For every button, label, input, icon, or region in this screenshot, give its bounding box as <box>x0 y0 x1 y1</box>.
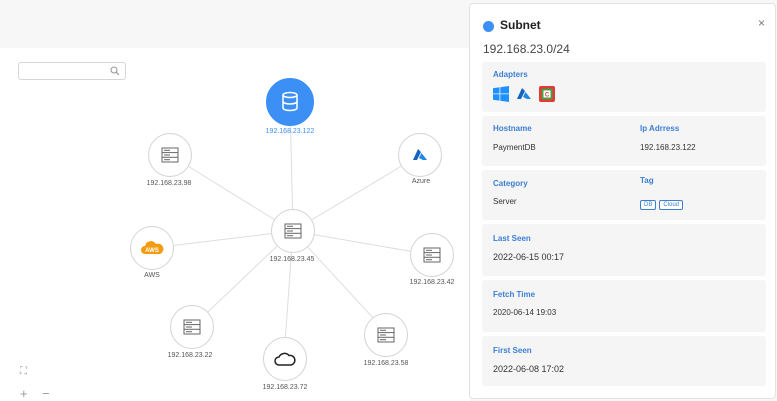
zoom-out-button[interactable]: − <box>42 387 50 400</box>
graph-node-42[interactable] <box>410 233 454 277</box>
tag-badge[interactable]: DB <box>640 200 657 210</box>
first-seen-value: 2022-06-08 17:02 <box>493 364 565 374</box>
c-adapter-icon: C <box>539 86 555 102</box>
category-card: Category Server Tag DB Cloud <box>482 170 766 220</box>
graph-node-22[interactable] <box>170 305 214 349</box>
graph-node-azure[interactable] <box>398 133 442 177</box>
first-seen-card: First Seen 2022-06-08 17:02 <box>482 336 766 386</box>
ip-value: 192.168.23.122 <box>640 143 696 152</box>
database-icon <box>282 91 298 112</box>
hostname-value: PaymentDB <box>493 143 536 152</box>
fetch-time-label: Fetch Time <box>493 290 536 299</box>
node-label: AWS <box>144 272 160 279</box>
node-label: Azure <box>411 178 431 185</box>
node-label: 192.168.23.45 <box>269 256 315 263</box>
category-value: Server <box>493 197 517 206</box>
category-label: Category <box>493 179 528 188</box>
node-label: 192.168.23.122 <box>265 128 315 135</box>
node-label: 192.168.23.22 <box>167 352 213 359</box>
fetch-time-card: Fetch Time 2020-06-14 19:03 <box>482 280 766 332</box>
node-label: 192.168.23.58 <box>363 360 409 367</box>
graph-node-center[interactable] <box>271 209 315 253</box>
azure-icon <box>413 149 427 160</box>
hostname-label: Hostname <box>493 124 532 133</box>
panel-title: Subnet <box>500 18 541 32</box>
graph-node-main[interactable] <box>266 78 314 126</box>
azure-icon <box>517 88 531 99</box>
svg-text:AWS: AWS <box>145 248 159 254</box>
node-label: 192.168.23.98 <box>146 180 192 187</box>
server-icon <box>183 319 201 335</box>
windows-icon <box>493 86 509 102</box>
fetch-time-value: 2020-06-14 19:03 <box>493 308 557 317</box>
last-seen-card: Last Seen 2022-06-15 00:17 <box>482 224 766 276</box>
status-dot-icon <box>483 21 494 32</box>
host-card: Hostname PaymentDB Ip Adrress 192.168.23… <box>482 116 766 166</box>
adapters-card: Adapters C <box>482 62 766 112</box>
graph-node-58[interactable] <box>364 313 408 357</box>
app-root: { "search": { "placeholder": "" }, "grap… <box>0 0 777 401</box>
server-icon <box>377 327 395 343</box>
last-seen-label: Last Seen <box>493 234 531 243</box>
tag-label: Tag <box>640 176 654 185</box>
tag-list: DB Cloud <box>640 193 686 211</box>
node-label: 192.168.23.72 <box>262 384 308 391</box>
zoom-in-button[interactable]: + <box>20 387 28 400</box>
last-seen-value: 2022-06-15 00:17 <box>493 252 565 262</box>
cloud-icon <box>274 352 296 366</box>
ip-label: Ip Adrress <box>640 124 680 133</box>
server-icon <box>161 147 179 163</box>
server-icon <box>423 247 441 263</box>
graph-node-72[interactable] <box>263 337 307 381</box>
node-label: 192.168.23.42 <box>409 279 455 286</box>
adapters-label: Adapters <box>493 70 528 79</box>
graph-node-aws[interactable]: AWS <box>130 226 174 270</box>
server-icon <box>284 223 302 239</box>
svg-text:C: C <box>545 93 550 99</box>
aws-icon: AWS <box>141 241 164 254</box>
first-seen-label: First Seen <box>493 346 532 355</box>
details-panel: Subnet × 192.168.23.0/24 Adapters C Host… <box>469 3 776 399</box>
tag-badge[interactable]: Cloud <box>659 200 684 210</box>
fullscreen-icon[interactable]: ⛶ <box>20 367 27 377</box>
close-icon[interactable]: × <box>758 16 765 30</box>
subnet-value: 192.168.23.0/24 <box>483 42 570 56</box>
graph-node-98[interactable] <box>148 133 192 177</box>
